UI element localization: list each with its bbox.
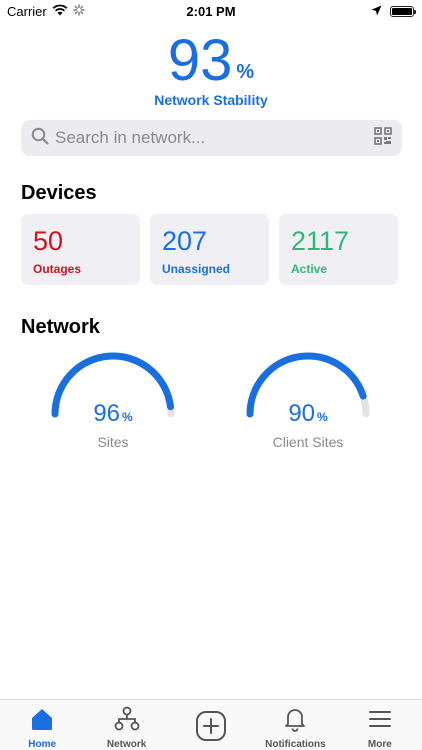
client-sites-percent-unit: % xyxy=(317,410,328,424)
tab-notifications-label: Notifications xyxy=(265,739,326,750)
add-icon xyxy=(195,710,227,747)
sites-percent: 96 xyxy=(93,400,121,427)
stability-value: 93 xyxy=(167,28,233,93)
battery-icon xyxy=(390,6,416,17)
client-sites-percent: 90 xyxy=(288,400,316,427)
active-count: 2117 xyxy=(291,226,350,256)
tab-bar: Home Network Notifications More xyxy=(0,699,422,750)
client-sites-label: Client Sites xyxy=(272,434,344,450)
unassigned-count: 207 xyxy=(162,226,208,256)
network-icon xyxy=(114,706,140,737)
tab-more-label: More xyxy=(367,739,392,750)
qr-code-icon[interactable] xyxy=(374,126,392,150)
sites-label: Sites xyxy=(97,434,129,450)
status-bar: Carrier 2:01 PM xyxy=(0,0,422,22)
search-input[interactable] xyxy=(55,128,374,148)
search-bar[interactable] xyxy=(21,120,402,156)
tab-add[interactable] xyxy=(169,700,253,750)
bell-icon xyxy=(282,706,308,737)
client-sites-gauge[interactable]: 90% Client Sites xyxy=(246,352,370,450)
outages-label: Outages xyxy=(33,262,82,276)
network-title: Network xyxy=(21,316,100,338)
home-icon xyxy=(29,706,55,737)
network-stability: 93 % Network Stability xyxy=(0,28,422,109)
menu-icon xyxy=(367,706,393,737)
tab-network-label: Network xyxy=(106,739,147,750)
search-icon xyxy=(31,127,49,150)
unassigned-label: Unassigned xyxy=(162,262,231,276)
stability-unit: % xyxy=(236,61,255,83)
outages-card[interactable]: 50 Outages xyxy=(21,214,140,285)
tab-more[interactable]: More xyxy=(338,700,422,750)
sites-gauge[interactable]: 96% Sites xyxy=(51,352,175,450)
unassigned-card[interactable]: 207 Unassigned xyxy=(150,214,269,285)
location-arrow-icon xyxy=(371,4,382,19)
outages-count: 50 xyxy=(33,226,64,256)
active-card[interactable]: 2117 Active xyxy=(279,214,398,285)
tab-home[interactable]: Home xyxy=(0,700,84,750)
devices-cards: 50 Outages 207 Unassigned 2117 Active xyxy=(21,214,398,285)
active-label: Active xyxy=(291,262,328,276)
tab-network[interactable]: Network xyxy=(84,700,168,750)
stability-label: Network Stability xyxy=(154,92,268,108)
tab-notifications[interactable]: Notifications xyxy=(253,700,337,750)
sites-percent-unit: % xyxy=(122,410,133,424)
tab-home-label: Home xyxy=(28,739,57,750)
devices-title: Devices xyxy=(21,182,97,204)
status-time: 2:01 PM xyxy=(186,4,236,19)
